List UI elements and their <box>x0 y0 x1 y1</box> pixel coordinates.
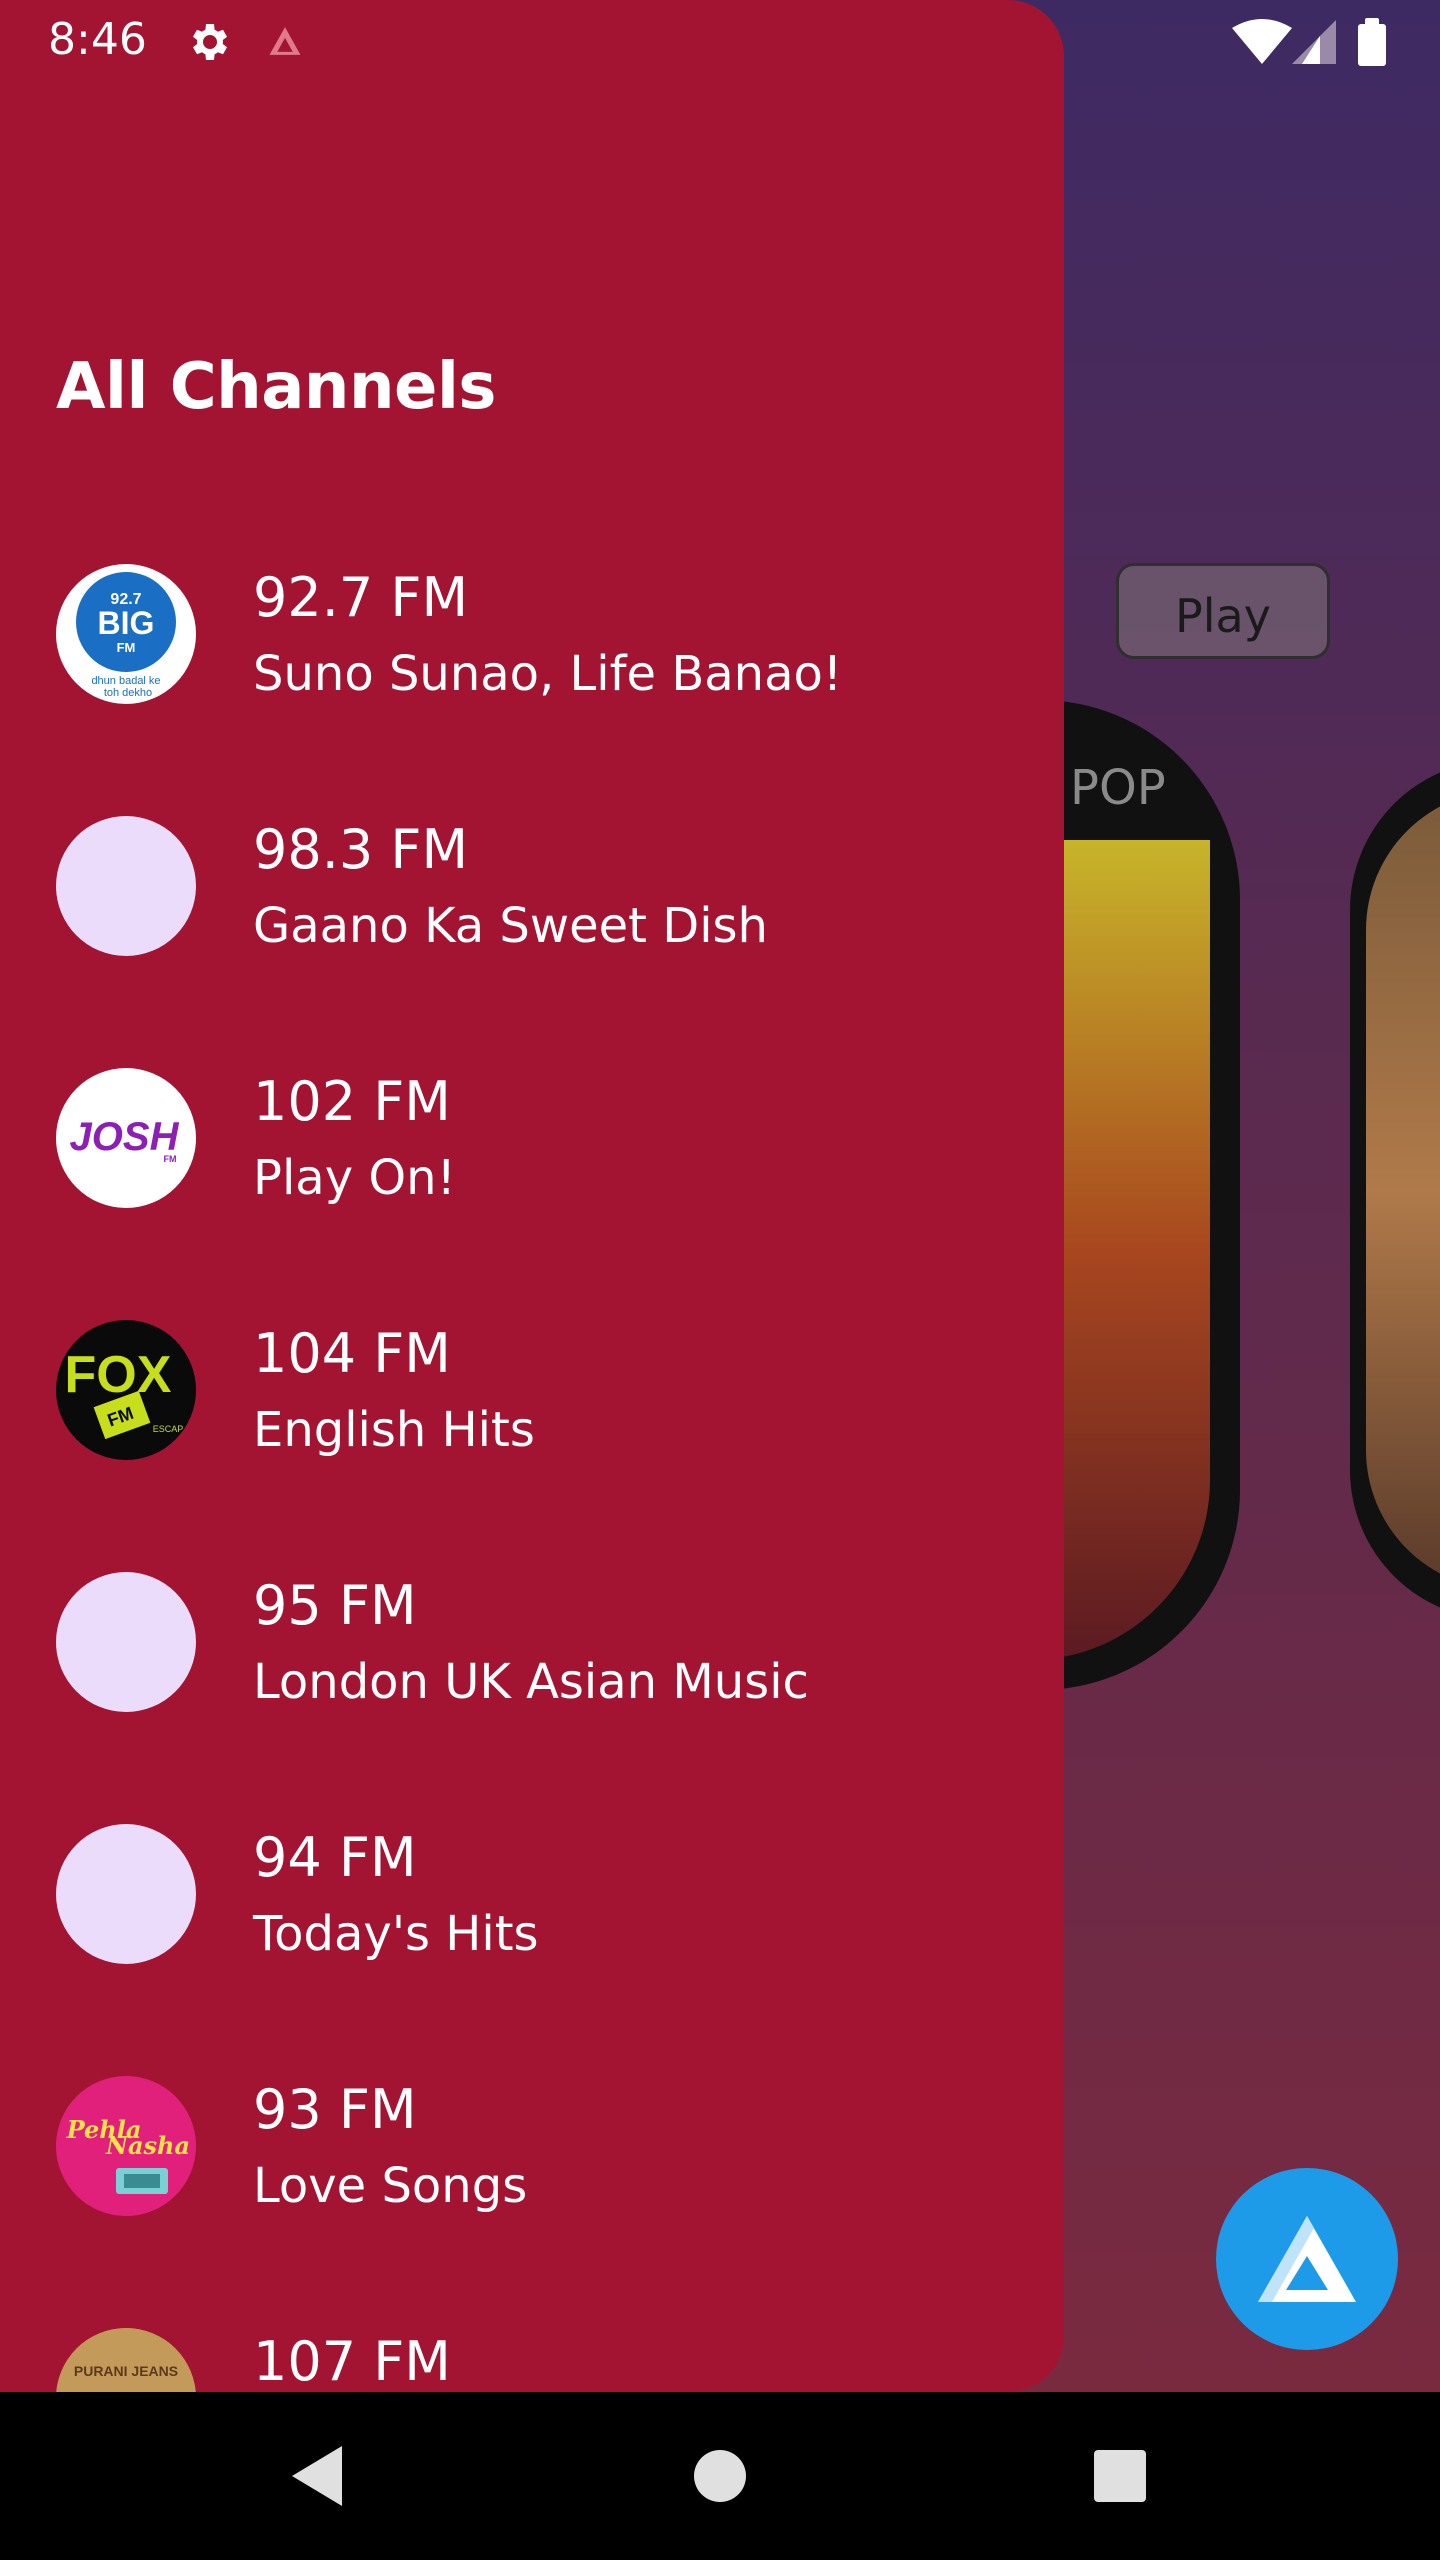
svg-text:dhun badal ke: dhun badal ke <box>91 675 160 687</box>
svg-text:FM: FM <box>117 640 136 655</box>
svg-text:ESCAP: ESCAP <box>153 1424 184 1434</box>
genre-card-2-image <box>1366 790 1440 1590</box>
svg-text:PURANI JEANS: PURANI JEANS <box>74 2363 178 2379</box>
back-icon[interactable] <box>282 2440 354 2512</box>
channel-frequency: 92.7 FM <box>253 566 469 629</box>
channel-item[interactable]: 98.3 FM Gaano Ka Sweet Dish <box>0 752 1064 1004</box>
channel-tagline: Play On! <box>253 1150 456 1206</box>
svg-text:JOSH: JOSH <box>70 1115 180 1159</box>
assistant-fab[interactable] <box>1216 2168 1398 2350</box>
svg-text:BIG: BIG <box>98 605 155 641</box>
gear-icon <box>193 24 227 60</box>
channel-tagline: Today's Hits <box>253 1906 539 1962</box>
screen: Play POP All Channels 92.7 BIG FM dhun b… <box>0 0 1440 2560</box>
channel-item[interactable]: FOX FM ESCAP 104 FM English Hits <box>0 1256 1064 1508</box>
status-icons <box>1232 18 1386 66</box>
channel-tagline: Gaano Ka Sweet Dish <box>253 898 768 954</box>
channel-tagline: Love Songs <box>253 2158 528 2214</box>
status-time: 8:46 <box>48 14 147 65</box>
channel-frequency: 104 FM <box>253 1322 451 1385</box>
placeholder-logo <box>56 816 196 956</box>
svg-text:Nasha: Nasha <box>105 2131 190 2160</box>
status-bar: 8:46 <box>0 0 1440 84</box>
signal-icon <box>1292 20 1336 64</box>
channel-tagline: English Hits <box>253 1402 535 1458</box>
purani-jeans-logo: PURANI JEANS <box>56 2328 196 2392</box>
pehla-nasha-logo: Pehla Nasha <box>56 2076 196 2216</box>
channel-item[interactable]: JOSH FM 102 FM Play On! <box>0 1004 1064 1256</box>
channel-frequency: 98.3 FM <box>253 818 469 881</box>
channel-item[interactable]: 95 FM London UK Asian Music <box>0 1508 1064 1760</box>
big-fm-logo: 92.7 BIG FM dhun badal ke toh dekho <box>56 564 196 704</box>
channel-frequency: 102 FM <box>253 1070 451 1133</box>
svg-text:FM: FM <box>164 1154 177 1164</box>
placeholder-logo <box>56 1572 196 1712</box>
genre-card-label: POP <box>1070 760 1166 816</box>
channel-item[interactable]: Pehla Nasha 93 FM Love Songs <box>0 2012 1064 2264</box>
channel-frequency: 94 FM <box>253 1826 417 1889</box>
channel-frequency: 95 FM <box>253 1574 417 1637</box>
wifi-icon <box>1232 19 1292 64</box>
fox-fm-logo: FOX FM ESCAP <box>56 1320 196 1460</box>
placeholder-logo <box>56 1824 196 1964</box>
channel-tagline: Suno Sunao, Life Banao! <box>253 646 843 702</box>
svg-text:FOX: FOX <box>65 1346 172 1404</box>
channel-tagline: London UK Asian Music <box>253 1654 809 1710</box>
josh-fm-logo: JOSH FM <box>56 1068 196 1208</box>
genre-card-2[interactable] <box>1350 760 1440 1620</box>
play-button[interactable]: Play <box>1116 563 1330 659</box>
recent-apps-icon[interactable] <box>1084 2440 1156 2512</box>
channel-item[interactable]: PURANI JEANS 107 FM <box>0 2264 1064 2392</box>
a-logo-icon <box>1258 2216 1356 2302</box>
home-icon[interactable] <box>684 2440 756 2512</box>
navigation-bar <box>0 2392 1440 2560</box>
drawer-title: All Channels <box>56 350 496 424</box>
channel-frequency: 93 FM <box>253 2078 417 2141</box>
a-logo-icon <box>269 27 301 55</box>
svg-text:toh dekho: toh dekho <box>104 687 152 699</box>
channel-frequency: 107 FM <box>253 2330 451 2392</box>
battery-icon <box>1358 18 1386 66</box>
channel-item[interactable]: 94 FM Today's Hits <box>0 1760 1064 2012</box>
navigation-drawer: All Channels 92.7 BIG FM dhun badal ke t… <box>0 0 1064 2392</box>
channel-item[interactable]: 92.7 BIG FM dhun badal ke toh dekho 92.7… <box>0 500 1064 752</box>
